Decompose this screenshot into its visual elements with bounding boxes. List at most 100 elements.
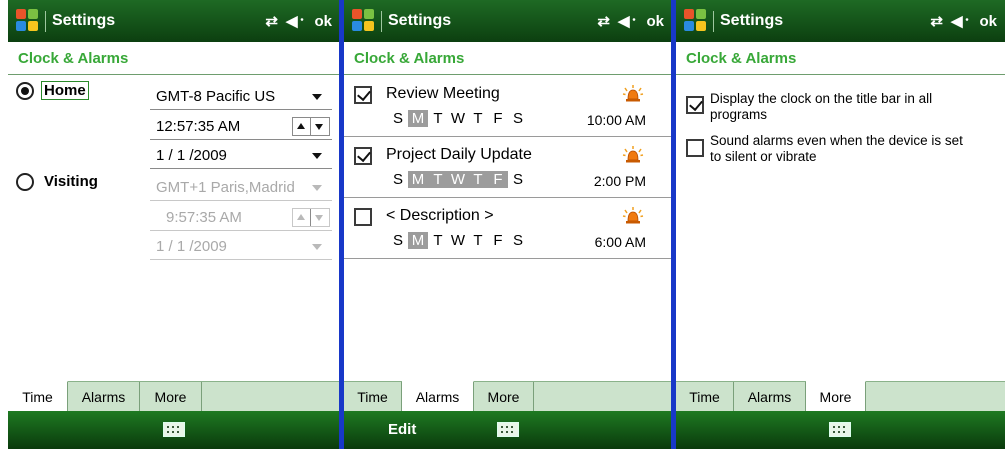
keyboard-icon[interactable] — [829, 422, 851, 437]
section-header: Clock & Alarms — [8, 42, 340, 75]
alarm-description[interactable]: Project Daily Update — [386, 146, 532, 164]
day-toggle[interactable]: M — [408, 110, 428, 127]
time-screen: Settings ⇄ ◀᛫ ok Clock & Alarms Home GMT… — [8, 0, 340, 449]
connectivity-icon[interactable]: ⇄ — [597, 12, 610, 30]
day-toggle[interactable]: T — [468, 110, 488, 127]
keyboard-icon[interactable] — [163, 422, 185, 437]
sound-alarms-checkbox[interactable] — [686, 139, 704, 157]
windows-start-icon[interactable] — [684, 9, 708, 33]
home-date-select[interactable]: 1 / 1 /2009 — [150, 143, 332, 169]
ok-button[interactable]: ok — [646, 13, 664, 30]
alarm-enabled-checkbox[interactable] — [354, 86, 372, 104]
time-spinner[interactable] — [292, 208, 330, 227]
tab-more[interactable]: More — [806, 381, 866, 412]
alarm-time[interactable]: 2:00 PM — [594, 173, 646, 189]
visiting-time-field[interactable]: 9:57:35 AM — [150, 205, 332, 231]
day-toggle[interactable]: S — [508, 171, 528, 188]
connectivity-icon[interactable]: ⇄ — [265, 12, 278, 30]
alarm-time[interactable]: 6:00 AM — [595, 234, 646, 250]
day-toggle[interactable]: S — [388, 110, 408, 127]
day-toggle[interactable]: W — [448, 110, 468, 127]
home-label[interactable]: Home — [41, 81, 89, 100]
day-toggle[interactable]: F — [488, 171, 508, 188]
tab-alarms[interactable]: Alarms — [402, 381, 474, 412]
alarms-screen: Settings ⇄ ◀᛫ ok Clock & Alarms Review M… — [344, 0, 672, 449]
day-toggle[interactable]: T — [428, 232, 448, 249]
windows-start-icon[interactable] — [352, 9, 376, 33]
day-toggle[interactable]: W — [448, 232, 468, 249]
screenshot-stage: Settings ⇄ ◀᛫ ok Clock & Alarms Home GMT… — [0, 0, 1005, 449]
visiting-timezone-value: GMT+1 Paris,Madrid — [156, 179, 295, 196]
day-toggle[interactable]: S — [508, 110, 528, 127]
day-toggle[interactable]: S — [388, 232, 408, 249]
title-separator — [381, 11, 382, 32]
day-toggle[interactable]: S — [388, 171, 408, 188]
ok-button[interactable]: ok — [979, 13, 997, 30]
app-title: Settings — [52, 12, 116, 29]
arrow-up-icon[interactable] — [297, 123, 305, 129]
day-toggle[interactable]: F — [488, 232, 508, 249]
tab-more[interactable]: More — [474, 382, 534, 412]
chevron-down-icon[interactable] — [312, 244, 322, 250]
alarm-time[interactable]: 10:00 AM — [587, 112, 646, 128]
home-timezone-select[interactable]: GMT-8 Pacific US — [150, 84, 332, 110]
home-date-value: 1 / 1 /2009 — [156, 147, 227, 164]
home-radio[interactable] — [16, 82, 34, 100]
volume-icon[interactable]: ◀᛫ — [951, 12, 972, 30]
home-time-field[interactable]: 12:57:35 AM — [150, 114, 332, 140]
chevron-down-icon[interactable] — [312, 185, 322, 191]
chevron-down-icon[interactable] — [312, 153, 322, 159]
arrow-down-icon[interactable] — [315, 215, 323, 221]
title-separator — [713, 11, 714, 32]
volume-icon[interactable]: ◀᛫ — [286, 12, 307, 30]
alarm-description[interactable]: Review Meeting — [386, 85, 500, 103]
display-clock-checkbox[interactable] — [686, 96, 704, 114]
volume-icon[interactable]: ◀᛫ — [618, 12, 639, 30]
day-toggle[interactable]: W — [448, 171, 468, 188]
ok-button[interactable]: ok — [314, 13, 332, 30]
edit-softkey[interactable]: Edit — [388, 421, 416, 438]
keyboard-icon[interactable] — [497, 422, 519, 437]
alarm-bell-icon[interactable] — [622, 84, 644, 104]
tab-alarms[interactable]: Alarms — [68, 382, 140, 412]
alarm-row[interactable]: < Description > S M T W T F S 6:00 AM — [344, 198, 672, 259]
tab-more[interactable]: More — [140, 382, 202, 412]
arrow-up-icon[interactable] — [297, 214, 305, 220]
tab-time[interactable]: Time — [344, 382, 402, 412]
visiting-radio[interactable] — [16, 173, 34, 191]
tab-alarms[interactable]: Alarms — [734, 382, 806, 412]
day-toggle[interactable]: S — [508, 232, 528, 249]
day-toggle[interactable]: M — [408, 232, 428, 249]
alarm-enabled-checkbox[interactable] — [354, 147, 372, 165]
arrow-down-icon[interactable] — [315, 124, 323, 130]
day-toggle[interactable]: T — [468, 171, 488, 188]
display-clock-label[interactable]: Display the clock on the title bar in al… — [710, 91, 970, 123]
checkmark-icon — [357, 86, 371, 102]
day-toggle[interactable]: T — [428, 171, 448, 188]
alarm-description[interactable]: < Description > — [386, 207, 494, 225]
alarm-row[interactable]: Project Daily Update S M T W T F S 2:00 PM — [344, 137, 672, 198]
day-toggle[interactable]: F — [488, 110, 508, 127]
visiting-label[interactable]: Visiting — [44, 173, 98, 190]
connectivity-icon[interactable]: ⇄ — [930, 12, 943, 30]
section-title: Clock & Alarms — [686, 50, 797, 67]
sound-alarms-label[interactable]: Sound alarms even when the device is set… — [710, 133, 970, 165]
visiting-date-select[interactable]: 1 / 1 /2009 — [150, 234, 332, 260]
title-bar: Settings ⇄ ◀᛫ ok — [8, 0, 340, 42]
windows-start-icon[interactable] — [16, 9, 40, 33]
alarm-enabled-checkbox[interactable] — [354, 208, 372, 226]
tab-time[interactable]: Time — [8, 381, 68, 412]
alarm-row[interactable]: Review Meeting S M T W T F S 10:00 AM — [344, 76, 672, 137]
tab-time[interactable]: Time — [676, 382, 734, 412]
alarm-bell-icon[interactable] — [622, 145, 644, 165]
day-toggle[interactable]: T — [428, 110, 448, 127]
day-toggle[interactable]: T — [468, 232, 488, 249]
time-spinner[interactable] — [292, 117, 330, 136]
visiting-timezone-select[interactable]: GMT+1 Paris,Madrid — [150, 175, 332, 201]
alarm-days: SMTWTFS — [388, 232, 528, 249]
day-toggle[interactable]: M — [408, 171, 428, 188]
softkey-bar — [676, 411, 1005, 449]
chevron-down-icon[interactable] — [312, 94, 322, 100]
alarm-bell-icon[interactable] — [622, 206, 644, 226]
checkmark-icon — [357, 147, 371, 163]
